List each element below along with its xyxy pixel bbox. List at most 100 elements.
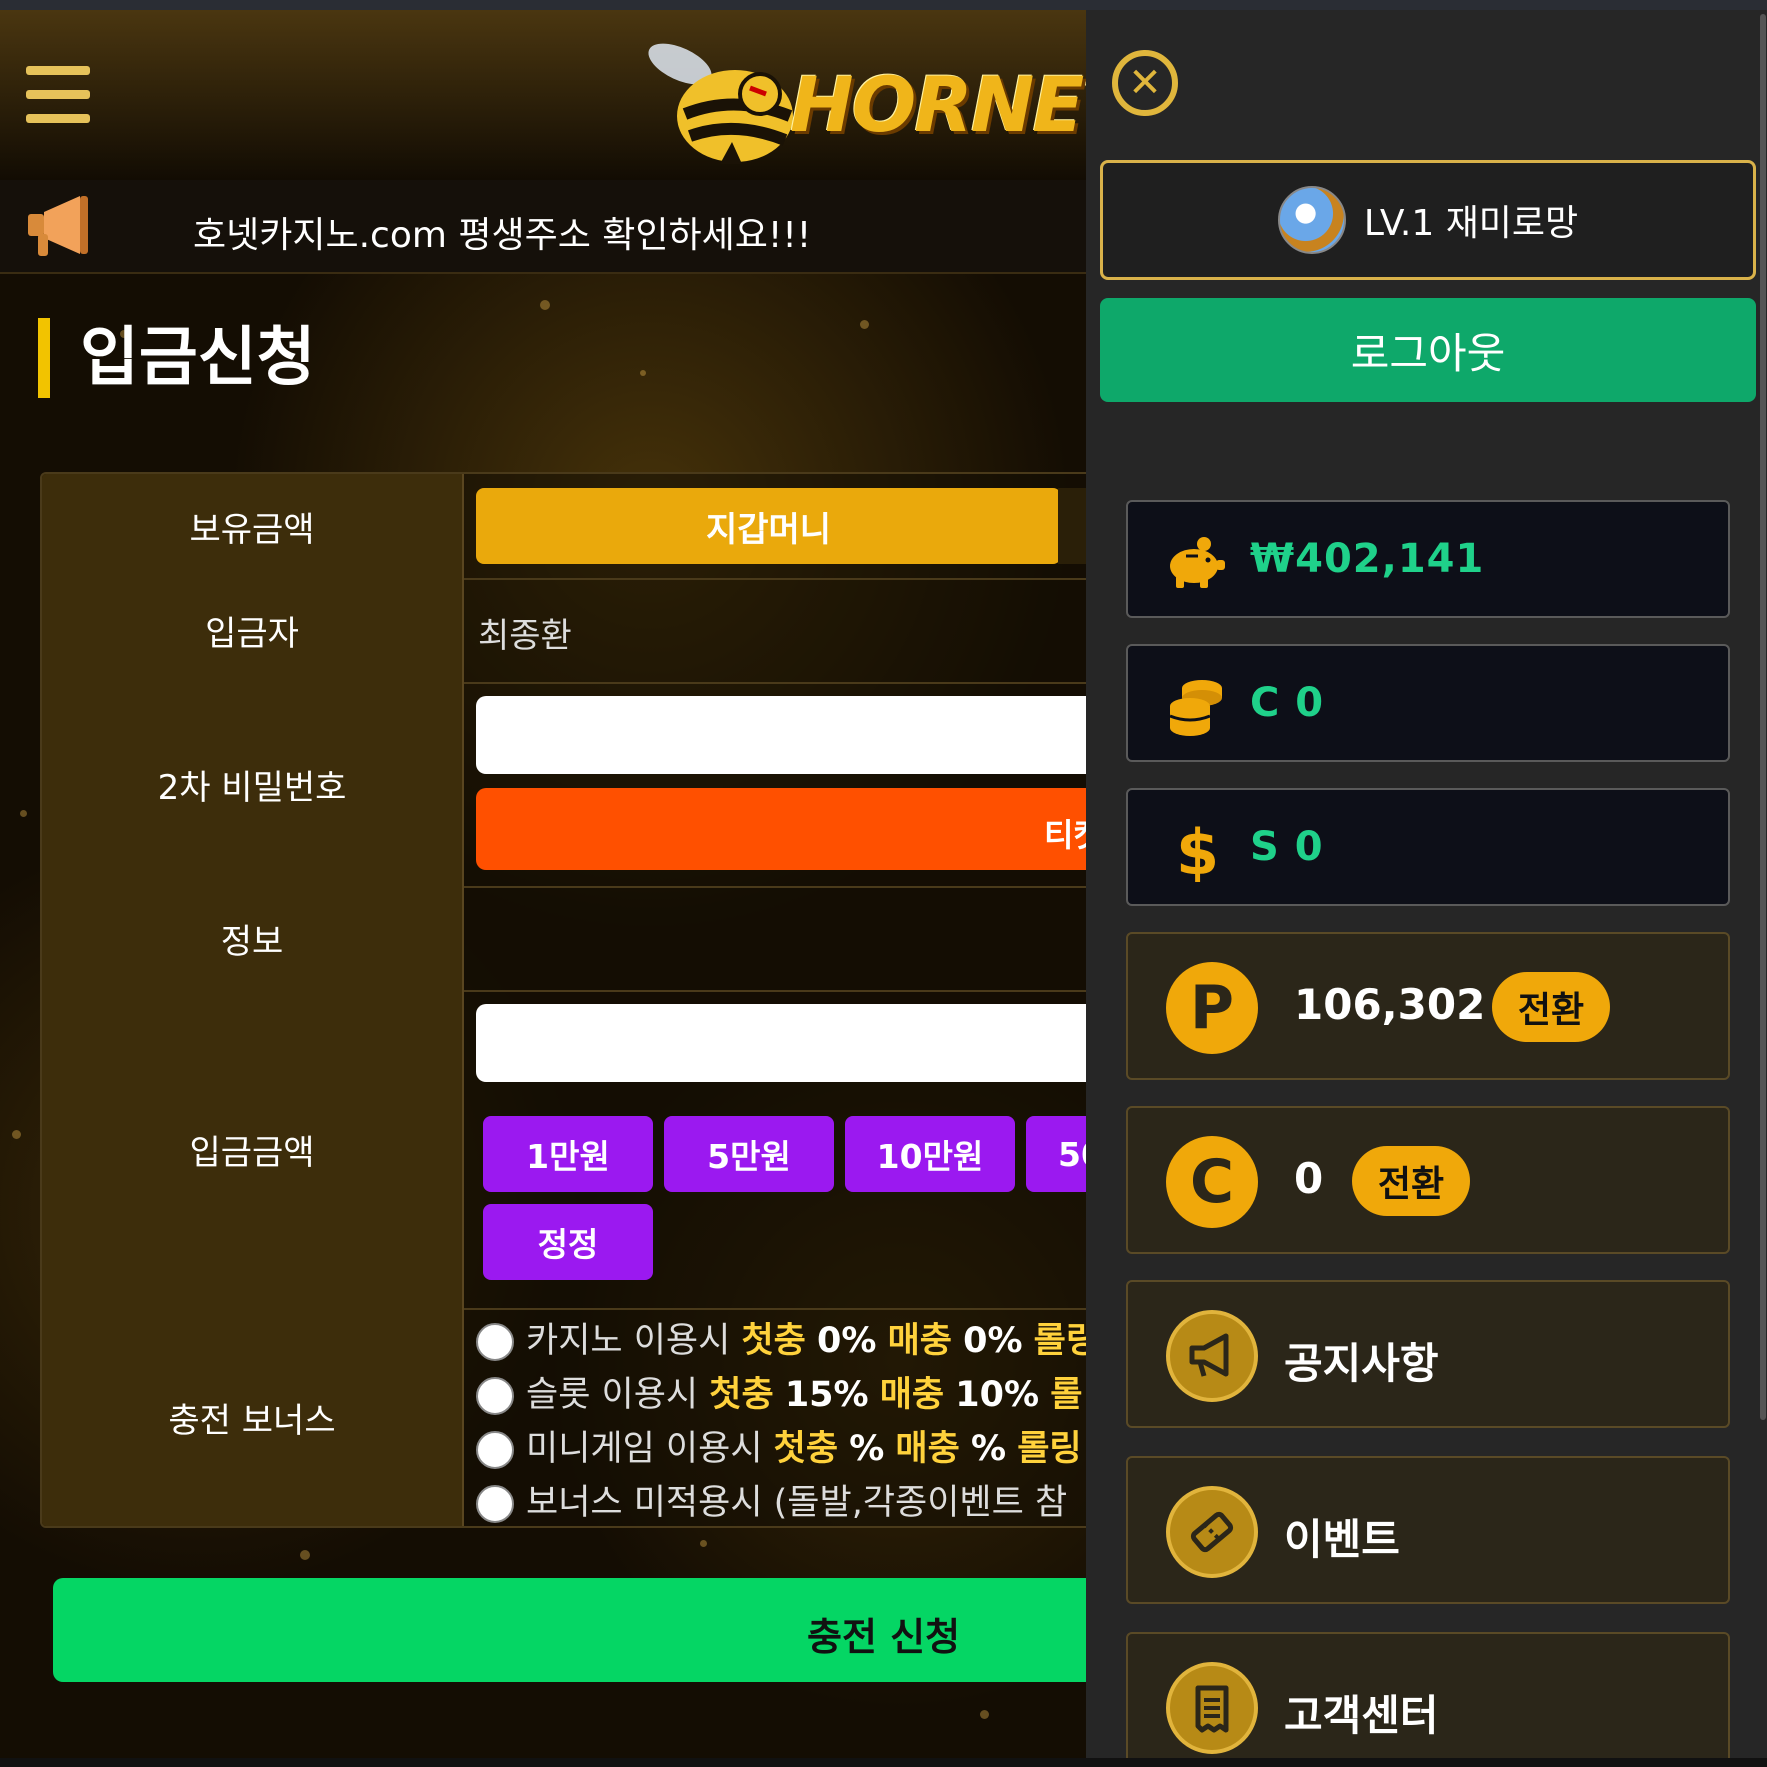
user-profile: LV.1 재미로망 [1100, 160, 1756, 280]
slot-balance-value: S 0 [1250, 824, 1324, 870]
depositor-row: 입금자 최종환 [42, 578, 1086, 684]
megaphone-glyph [1189, 1333, 1229, 1377]
ticket-button[interactable]: 티켓번 [476, 788, 1086, 870]
hamburger-bar [26, 90, 90, 99]
side-drawer: ✕ LV.1 재미로망 로그아웃 ₩402,141 C 0 $ S 0 P 10… [1086, 10, 1767, 1758]
won-balance: ₩402,141 [1126, 500, 1730, 618]
close-icon[interactable]: ✕ [1112, 50, 1178, 116]
receipt-icon [1166, 1662, 1258, 1754]
bonus-option-slot[interactable]: 슬롯 이용시 첫충 15% 매충 10% 롤 [476, 1366, 1082, 1418]
bonus-row: 충전 보너스 카지노 이용시 첫충 0% 매충 0% 롤링 슬롯 이용시 첫충 … [42, 1308, 1086, 1526]
bonus-text: 슬롯 이용시 [526, 1375, 710, 1415]
second-password-input[interactable] [476, 696, 1086, 774]
receipt-glyph [1195, 1685, 1229, 1733]
amount-10k-button[interactable]: 1만원 [483, 1116, 653, 1192]
logo-text: HORNET [790, 60, 1086, 149]
balance-row: 보유금액 지갑머니 [42, 474, 1086, 580]
site-logo[interactable]: HORNET [640, 24, 1086, 174]
coin-balance: C 0 [1126, 644, 1730, 762]
points-badge-icon: P [1166, 962, 1258, 1054]
amount-500k-button[interactable]: 50 [1026, 1116, 1086, 1192]
second-password-label: 2차 비밀번호 [42, 682, 464, 886]
bonus-option-minigame[interactable]: 미니게임 이용시 첫충 % 매충 % 롤링 [476, 1420, 1082, 1472]
menu-support-label: 고객센터 [1284, 1691, 1439, 1740]
submit-deposit-label: 충전 신청 [807, 1615, 961, 1659]
bonus-first-label: 첫충 [773, 1429, 839, 1469]
radio-button[interactable] [476, 1431, 514, 1469]
bokeh-dot [540, 300, 550, 310]
points-convert-button[interactable]: 전환 [1492, 972, 1610, 1042]
next-tab-edge[interactable] [1058, 488, 1086, 564]
hamburger-bar [26, 66, 90, 75]
bonus-first-pct: % [849, 1429, 885, 1469]
piggy-bank-icon [1170, 537, 1225, 588]
drawer-scrollbar[interactable] [1760, 14, 1766, 1420]
menu-event[interactable]: 이벤트 [1126, 1456, 1730, 1604]
notice-bar: 호넷카지노.com 평생주소 확인하세요!!! [0, 180, 1086, 274]
ticket-button-label: 티켓번 [1044, 816, 1086, 854]
hamburger-icon[interactable] [26, 66, 90, 124]
bonus-first-label: 첫충 [709, 1375, 774, 1415]
depositor-label: 입금자 [42, 578, 464, 682]
ticket-icon [1166, 1486, 1258, 1578]
page-title: 입금신청 [38, 318, 316, 398]
radio-button[interactable] [476, 1485, 514, 1523]
casino-convert-button[interactable]: 전환 [1352, 1146, 1470, 1216]
radio-button[interactable] [476, 1323, 514, 1361]
bonus-text: 미니게임 이용시 [526, 1429, 774, 1469]
amount-reset-button[interactable]: 정정 [483, 1204, 653, 1280]
svg-text:$: $ [1176, 818, 1219, 882]
points-card: P 106,302 전환 [1126, 932, 1730, 1080]
bonus-option-none[interactable]: 보너스 미적용시 (돌발,각종이벤트 참 [476, 1474, 1067, 1526]
amount-50k-button[interactable]: 5만원 [664, 1116, 834, 1192]
hornet-mascot-icon [648, 43, 793, 164]
depositor-value: 최종환 [478, 616, 572, 656]
logout-button[interactable]: 로그아웃 [1100, 298, 1756, 402]
casino-money-card: C 0 전환 [1126, 1106, 1730, 1254]
deposit-form: 보유금액 지갑머니 입금자 최종환 2차 비밀번호 티켓번 정보 입금금액 1만… [40, 472, 1086, 1528]
bonus-repeat-label: 매충 [887, 1321, 952, 1361]
top-edge [0, 0, 1767, 10]
bokeh-dot [980, 1710, 989, 1719]
second-password-row: 2차 비밀번호 티켓번 [42, 682, 1086, 888]
amount-input[interactable] [476, 1004, 1086, 1082]
won-balance-value: ₩402,141 [1250, 536, 1485, 582]
bokeh-dot [300, 1550, 310, 1560]
avatar [1277, 186, 1346, 254]
menu-notice[interactable]: 공지사항 [1126, 1280, 1730, 1428]
menu-support[interactable]: 고객센터 [1126, 1632, 1730, 1758]
amount-row: 입금금액 1만원 5만원 10만원 50 정정 [42, 990, 1086, 1310]
bonus-rolling-label: 롤링 [1017, 1429, 1082, 1469]
bonus-rolling-label: 롤 [1050, 1375, 1083, 1415]
points-value: 106,302 [1294, 980, 1486, 1029]
menu-notice-label: 공지사항 [1284, 1339, 1439, 1388]
slot-balance: $ S 0 [1126, 788, 1730, 906]
bonus-repeat-pct: % [970, 1429, 1007, 1469]
coin-balance-value: C 0 [1250, 680, 1325, 726]
casino-badge-icon: C [1166, 1136, 1258, 1228]
amount-label: 입금금액 [42, 990, 464, 1308]
submit-deposit-button[interactable]: 충전 신청 [53, 1578, 1086, 1682]
casino-money-value: 0 [1294, 1154, 1324, 1203]
bonus-repeat-label: 매충 [895, 1429, 960, 1469]
bonus-option-casino[interactable]: 카지노 이용시 첫충 0% 매충 0% 롤링 [476, 1312, 1086, 1364]
notice-text: 호넷카지노.com 평생주소 확인하세요!!! [193, 215, 812, 256]
deposit-page: HORNET 호넷카지노.com 평생주소 확인하세요!!! 입금신청 보유금액… [0, 10, 1086, 1758]
menu-event-label: 이벤트 [1284, 1515, 1400, 1564]
site-header: HORNET [0, 10, 1086, 182]
bokeh-dot [860, 320, 869, 329]
bonus-text: 보너스 미적용시 (돌발,각종이벤트 참 [526, 1483, 1068, 1523]
bonus-first-label: 첫충 [741, 1321, 806, 1361]
bonus-repeat-pct: 10% [955, 1375, 1040, 1415]
bokeh-dot [20, 810, 27, 817]
user-level-name: LV.1 재미로망 [1363, 203, 1579, 244]
ticket-glyph [1190, 1511, 1234, 1553]
bottom-edge [0, 1758, 1767, 1767]
amount-100k-button[interactable]: 10만원 [845, 1116, 1015, 1192]
radio-button[interactable] [476, 1377, 514, 1415]
wallet-money-tab[interactable]: 지갑머니 [476, 488, 1061, 564]
bokeh-dot [700, 1540, 707, 1547]
bonus-label: 충전 보너스 [42, 1308, 464, 1526]
bonus-first-pct: 0% [817, 1321, 877, 1361]
bonus-first-pct: 15% [784, 1375, 869, 1415]
